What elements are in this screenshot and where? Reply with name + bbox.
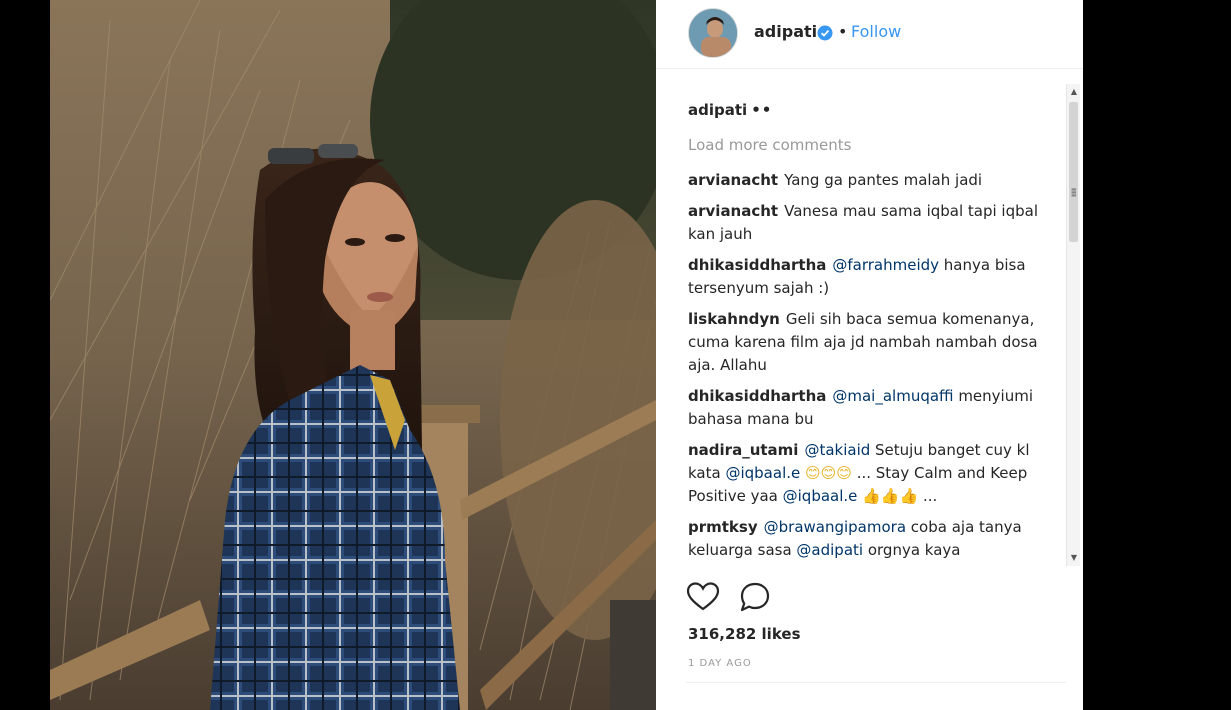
comment-bubble-icon[interactable] [738, 580, 772, 614]
mention-link[interactable]: @takiaid [804, 441, 870, 459]
post-photo[interactable] [50, 0, 656, 710]
post-side-panel: adipati • Follow adipati •• Load more com… [656, 0, 1083, 710]
post-timestamp: 1 DAY AGO [688, 658, 752, 669]
comment-username[interactable]: dhikasiddhartha [688, 256, 826, 274]
comment-username[interactable]: nadira_utami [688, 441, 798, 459]
comment-username[interactable]: liskahndyn [688, 310, 780, 328]
scrollbar-grip-icon: ▬ ▬ ▬ [1071, 186, 1077, 199]
heart-icon[interactable] [686, 580, 720, 614]
emoji: 👍👍👍 [857, 487, 919, 505]
post-header: adipati • Follow [656, 0, 1083, 69]
scrollbar-thumb[interactable]: ▬ ▬ ▬ [1069, 102, 1078, 242]
mention-link[interactable]: @iqbaal.e [725, 464, 800, 482]
comment-username[interactable]: prmtksy [688, 518, 758, 536]
mention-link[interactable]: @adipati [796, 541, 863, 559]
avatar[interactable] [688, 8, 738, 58]
scroll-up-arrow-icon[interactable]: ▲ [1067, 86, 1081, 98]
mention-link[interactable]: @iqbaal.e [783, 487, 858, 505]
caption-username[interactable]: adipati [688, 101, 747, 119]
header-separator: • [838, 22, 848, 41]
right-black-border [1083, 0, 1231, 710]
emoji: 😊😊😊 [800, 464, 852, 482]
scroll-down-arrow-icon[interactable]: ▼ [1067, 552, 1081, 564]
comments-list[interactable]: adipati •• Load more comments arvianacht Y… [656, 84, 1083, 566]
mention-link[interactable]: @brawangipamora [764, 518, 906, 536]
comment-username[interactable]: arvianacht [688, 171, 778, 189]
load-more-comments-button[interactable]: Load more comments [688, 136, 851, 154]
comment-item: nadira_utami @takiaid Setuju banget cuy k… [688, 439, 1038, 508]
comment-username[interactable]: arvianacht [688, 202, 778, 220]
mention-link[interactable]: @mai_almuqaffi [832, 387, 953, 405]
comment-username[interactable]: dhikasiddhartha [688, 387, 826, 405]
comments-scrollbar[interactable]: ▲ ▬ ▬ ▬ ▼ [1066, 84, 1080, 566]
header-username[interactable]: adipati [754, 22, 817, 41]
comment-item: dhikasiddhartha @mai_almuqaffi menyiumi b… [688, 385, 1038, 431]
comment-item: arvianacht Yang ga pantes malah jadi [688, 169, 1038, 192]
verified-badge-icon [817, 25, 833, 41]
avatar-image [689, 9, 737, 57]
comment-text: Yang ga pantes malah jadi [784, 171, 983, 189]
post-actions [686, 580, 886, 614]
comment-text: orgnya kaya [863, 541, 961, 559]
caption-text: •• [751, 101, 773, 119]
caption: adipati •• [688, 101, 772, 119]
mention-link[interactable]: @farrahmeidy [832, 256, 939, 274]
post-photo-illustration [50, 0, 656, 710]
divider [686, 682, 1066, 683]
comment-text: ... [918, 487, 938, 505]
follow-button[interactable]: Follow [851, 22, 901, 41]
comment-item: dhikasiddhartha @farrahmeidy hanya bisa t… [688, 254, 1038, 300]
comment-item: arvianacht Vanesa mau sama iqbal tapi iqb… [688, 200, 1038, 246]
comment-item: prmtksy @brawangipamora coba aja tanya ke… [688, 516, 1038, 562]
comment-item: liskahndyn Geli sih baca semua komenanya,… [688, 308, 1038, 377]
likes-count[interactable]: 316,282 likes [688, 625, 801, 643]
left-black-border [0, 0, 50, 710]
